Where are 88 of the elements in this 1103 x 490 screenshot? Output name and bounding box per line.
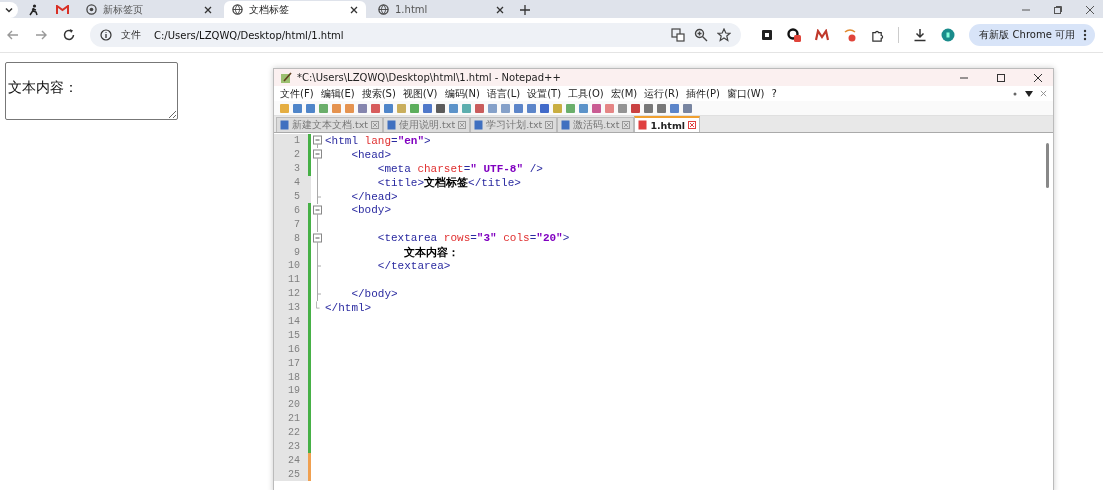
menu-item[interactable]: 编码(N) [444,86,480,101]
code-line: </html> [324,301,372,314]
menu-item[interactable]: 搜索(S) [361,86,396,101]
code-line: </head> [350,190,398,203]
code-line: <textarea rows="3" cols="20"> [376,232,570,245]
menu-item[interactable]: ? [771,88,777,99]
scheme-label: 文件 [121,28,141,42]
file-icon [561,120,571,130]
fold-toggle-icon[interactable] [312,133,322,149]
menu-item[interactable]: 工具(O) [568,86,604,101]
reload-icon[interactable] [62,28,76,42]
zoom-icon[interactable] [694,28,709,42]
globe-icon [232,4,243,15]
menu-item[interactable]: 编辑(E) [320,86,355,101]
back-arrow-icon[interactable] [6,28,20,42]
mail-icon [55,4,69,15]
globe-icon [86,4,97,15]
browser-tab[interactable]: 文档标签 [224,1,366,18]
file-icon [474,120,484,130]
menu-item[interactable]: 视图(V) [402,86,438,101]
line-number: 16 [274,342,308,357]
file-tab[interactable]: 1.html [634,116,701,132]
code-line: <body> [350,204,391,217]
file-tab[interactable]: 使用说明.txt [383,117,471,132]
profile-avatar-icon[interactable] [941,28,956,42]
line-number: 15 [274,328,308,343]
url-text: C:/Users/LZQWQ/Desktop/html/1.html [154,29,344,41]
menu-item[interactable]: 窗口(W) [726,86,765,101]
menu-item[interactable]: 文件(F) [280,86,314,101]
puzzle-icon[interactable] [871,28,885,42]
extension-icon[interactable] [787,28,802,42]
line-number: 8 [274,231,308,246]
person-icon [28,3,40,16]
line-number: 7 [274,217,308,232]
file-icon [280,120,289,130]
close-icon[interactable] [1033,72,1043,83]
file-icon [387,120,397,130]
code-line: 文本内容： [403,245,460,260]
code-line: <title>文档标签</title> [376,175,521,191]
code-line: <html lang="en"> [324,134,431,147]
tab-search-button[interactable] [0,1,18,18]
fold-toggle-icon[interactable] [312,202,322,218]
line-number: 9 [274,245,308,259]
restore-icon[interactable] [1053,4,1063,15]
close-icon[interactable] [496,5,504,14]
text-area[interactable]: 文本内容： [5,62,178,120]
code-line: </textarea> [376,259,451,272]
line-number: 19 [274,384,308,398]
line-number: 25 [274,467,308,482]
line-number: 10 [274,259,308,273]
download-icon[interactable] [913,28,928,42]
new-tab-icon[interactable] [520,4,530,15]
close-icon[interactable] [350,5,358,14]
fold-toggle-icon[interactable] [312,230,322,246]
close-icon[interactable] [204,5,212,14]
close-icon[interactable] [1085,4,1095,15]
line-number: 24 [274,453,308,468]
file-icon [638,120,648,130]
code-line: <head> [350,148,391,161]
code-line: <meta charset=" UTF-8" /> [376,162,543,175]
menu-item[interactable]: 插件(P) [686,86,720,101]
menu-item[interactable]: 宏(M) [610,86,638,101]
menu-item[interactable]: 运行(R) [644,86,679,101]
update-chrome-button[interactable]: 有新版 Chrome 可用 [969,24,1095,46]
info-icon [100,29,112,41]
line-number: 18 [274,370,308,385]
dot-icon[interactable] [1012,90,1018,97]
window-title: *C:\Users\LZQWQ\Desktop\html\1.html - Notepad++ [297,72,561,83]
menu-item[interactable]: 语言(L) [486,86,521,101]
notepad-app-icon [280,71,292,84]
more-menu-icon[interactable] [1083,29,1087,41]
dropdown-triangle-icon[interactable] [1025,89,1033,98]
address-bar[interactable]: 文件 C:/Users/LZQWQ/Desktop/html/1.html [90,23,742,47]
translate-icon[interactable] [671,28,686,42]
globe-icon [378,4,389,15]
code-line: </body> [350,287,398,300]
line-number: 1 [274,134,308,148]
extension-icon[interactable] [761,29,774,41]
menu-item[interactable]: 设置(T) [527,86,562,101]
browser-tab[interactable]: 1.html [370,1,512,18]
forward-arrow-icon[interactable] [34,28,48,42]
file-tab[interactable]: 激活码.txt [557,117,635,132]
line-number: 6 [274,203,308,218]
star-icon[interactable] [717,28,732,42]
fold-toggle-icon[interactable] [312,147,322,163]
browser-tab[interactable]: 新标签页 [78,1,220,18]
maximize-icon[interactable] [996,72,1006,83]
line-number: 17 [274,356,308,371]
